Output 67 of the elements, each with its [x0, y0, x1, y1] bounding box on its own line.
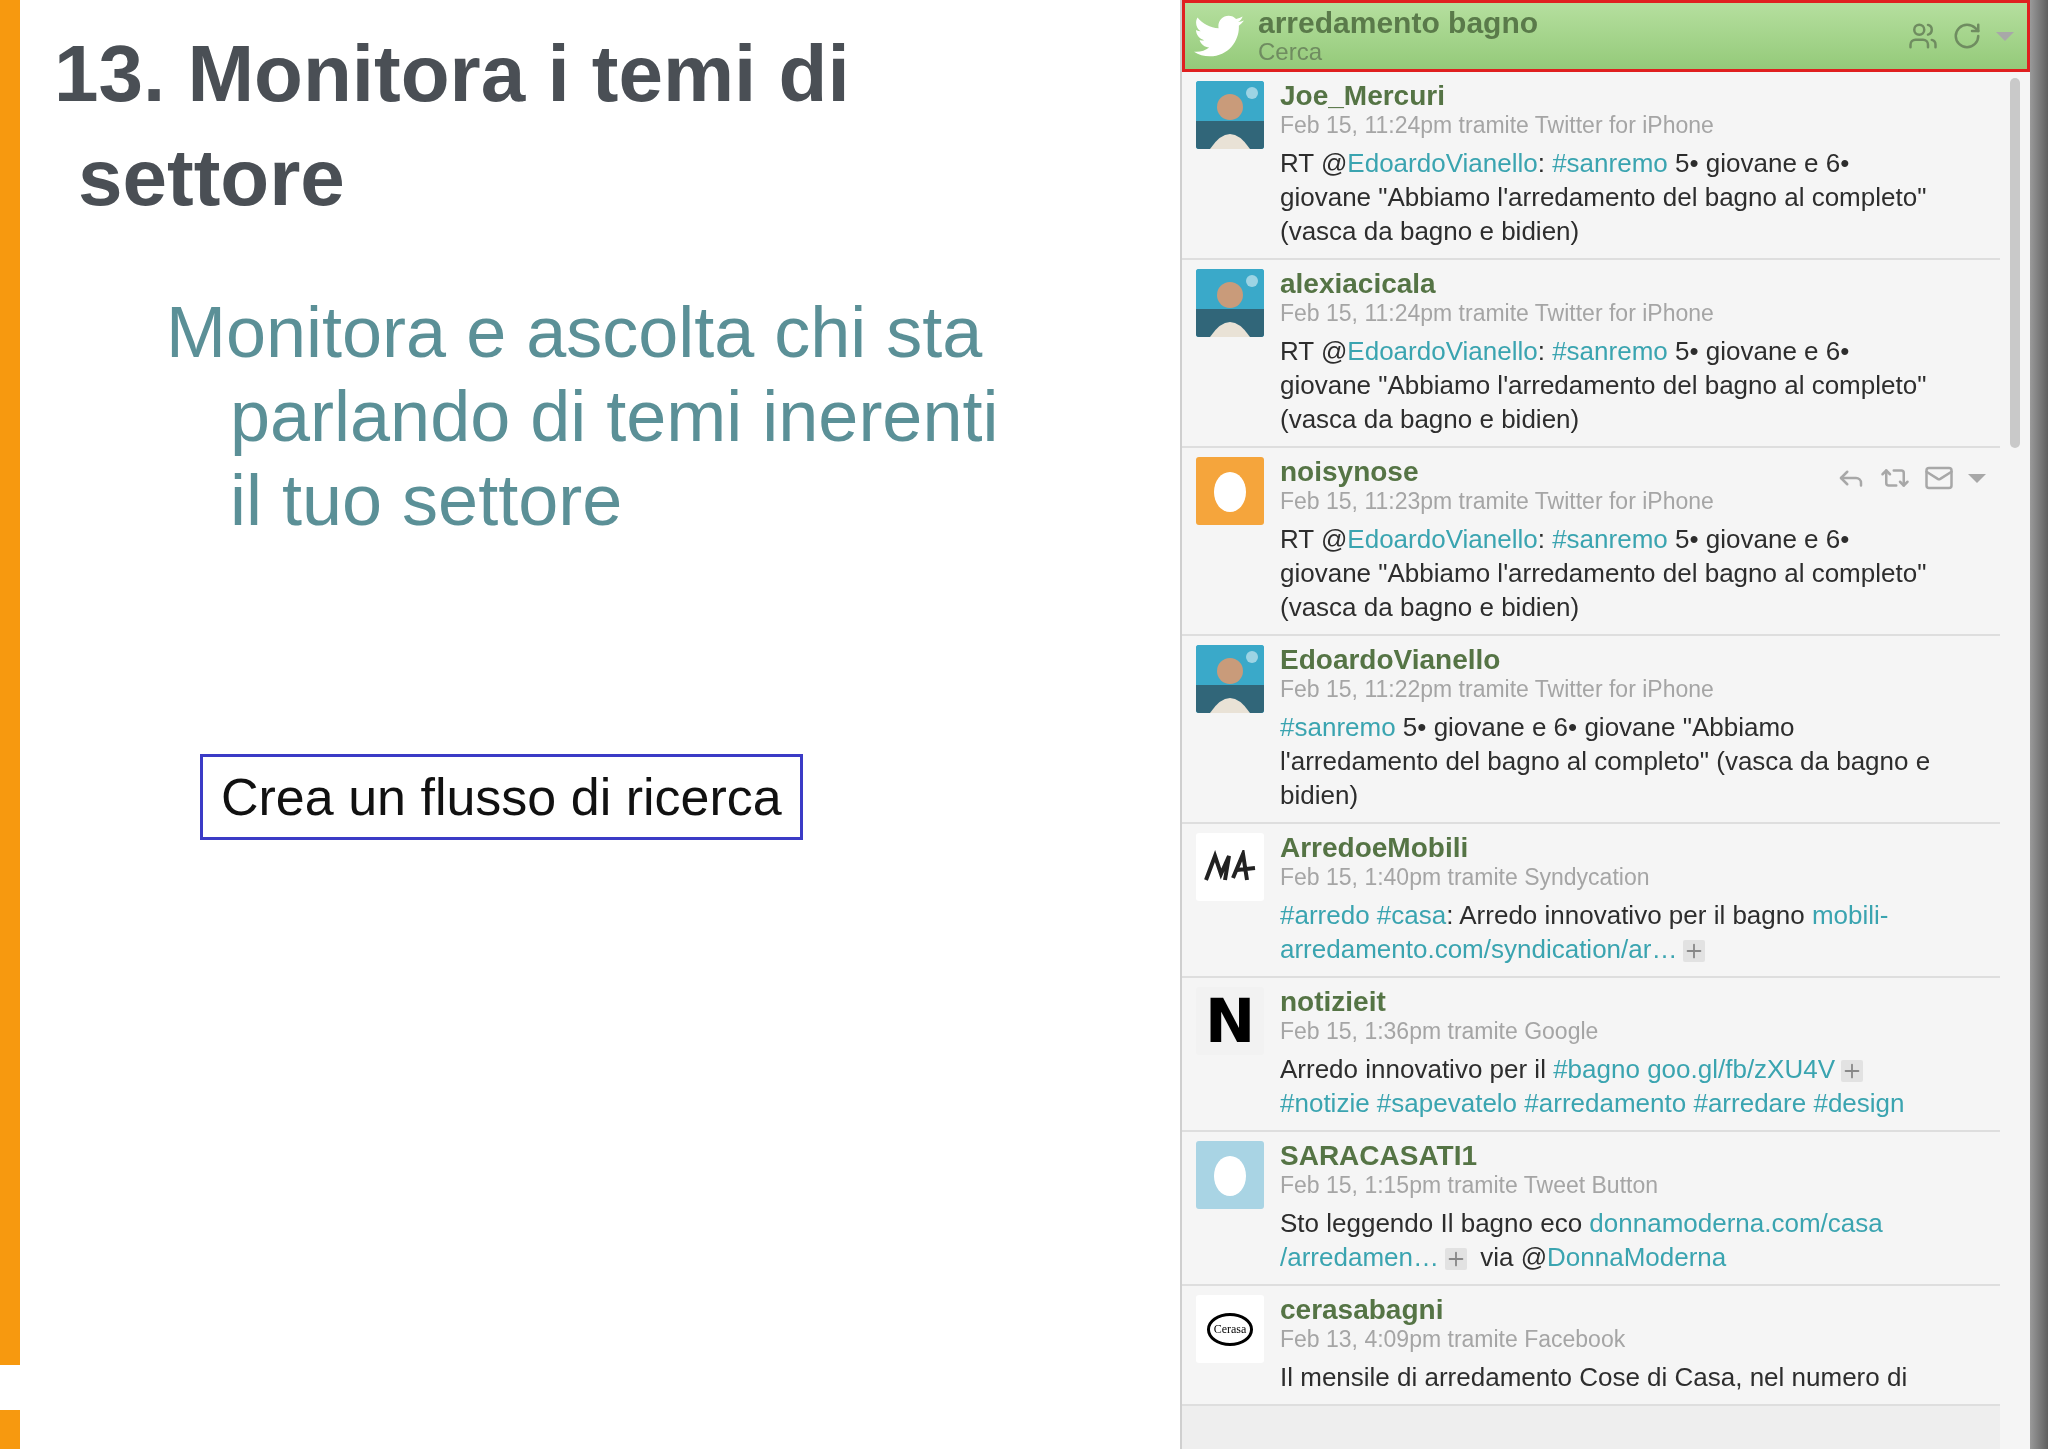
- link[interactable]: #casa: [1376, 900, 1447, 930]
- username[interactable]: alexiacicala: [1280, 269, 1436, 299]
- link[interactable]: #arredamento: [1524, 1088, 1687, 1118]
- tweet-meta: Feb 15, 1:40pm tramite Syndycation: [1280, 863, 1650, 891]
- link[interactable]: #sanremo: [1552, 148, 1668, 178]
- accent-bar: [0, 1410, 20, 1449]
- logo: Cerasa: [1206, 1312, 1254, 1346]
- username[interactable]: noisynose: [1280, 457, 1419, 487]
- expand-icon[interactable]: [1841, 1060, 1864, 1083]
- tweet-text: Arredo innovativo per il #bagno goo.gl/fb/zXU4V #notizie #sapevatelo #arredamento #arredare #design: [1280, 1053, 1906, 1120]
- callout: Crea un flusso di ricerca: [200, 754, 803, 840]
- link[interactable]: DonnaModerna: [1547, 1242, 1727, 1272]
- stream-title: arredamento bagno: [1258, 7, 1540, 39]
- link[interactable]: EdoardoVianello: [1347, 336, 1538, 366]
- tweet-text: RT @EdoardoVianello: #sanremo 5• giovane e 6• giovane "Abbiamo l'arredamento del bagno al completo" (vasca da bagno e bidien): [1280, 335, 1928, 436]
- caret-icon[interactable]: [1996, 31, 2014, 41]
- egg-icon: [1213, 469, 1247, 513]
- link[interactable]: EdoardoVianello: [1347, 524, 1538, 554]
- link[interactable]: #sanremo: [1280, 712, 1396, 742]
- username[interactable]: Joe_Mercuri: [1280, 81, 1445, 111]
- egg-icon: [1213, 1153, 1247, 1197]
- expand-icon[interactable]: [1444, 1248, 1467, 1271]
- link[interactable]: #bagno: [1553, 1054, 1640, 1084]
- username[interactable]: notizieit: [1280, 987, 1386, 1017]
- tweet-meta: Feb 15, 11:24pm tramite Twitter for iPhone: [1280, 299, 1714, 327]
- tweet-text: RT @EdoardoVianello: #sanremo 5• giovane e 6• giovane "Abbiamo l'arredamento del bagno al completo" (vasca da bagno e bidien): [1280, 523, 1928, 624]
- tweet-text: #sanremo 5• giovane e 6• giovane "Abbiamo l'arredamento del bagno al completo" (vasca da bagno e bidien): [1280, 711, 1932, 812]
- link[interactable]: arredamento.com/syndication/ar…: [1280, 934, 1678, 964]
- link[interactable]: donnamoderna.com/casa: [1589, 1208, 1883, 1238]
- tweet-meta: Feb 15, 1:36pm tramite Google: [1280, 1017, 1599, 1045]
- users-icon[interactable]: [1908, 21, 1938, 51]
- slide-text: il tuo settore: [229, 459, 624, 542]
- link[interactable]: EdoardoVianello: [1347, 148, 1538, 178]
- caret-icon[interactable]: [1968, 473, 1986, 483]
- tweet-meta: Feb 13, 4:09pm tramite Facebook: [1280, 1325, 1626, 1353]
- stream-type: Cerca: [1258, 39, 1324, 65]
- link[interactable]: goo.gl/fb/zXU4V: [1647, 1054, 1836, 1084]
- slide-text: parlando di temi inerenti: [229, 375, 1000, 458]
- logo: N: [1204, 987, 1256, 1055]
- tweet-text: Il mensile di arredamento Cose di Casa, nel numero di: [1280, 1361, 1909, 1394]
- tweet-text: Sto leggendo Il bagno eco donnamoderna.com/casa /arredamen… via @DonnaModerna: [1280, 1207, 1884, 1274]
- username[interactable]: ArredoeMobili: [1280, 833, 1469, 863]
- expand-icon[interactable]: [1683, 940, 1706, 963]
- slide-title: settore: [77, 132, 346, 224]
- link[interactable]: #notizie: [1280, 1088, 1370, 1118]
- tweet-meta: Feb 15, 11:23pm tramite Twitter for iPhone: [1280, 487, 1714, 515]
- tweet-meta: Feb 15, 11:24pm tramite Twitter for iPhone: [1280, 111, 1714, 139]
- link[interactable]: #sanremo: [1552, 336, 1668, 366]
- slide-title: 13. Monitora i temi di: [54, 28, 851, 120]
- slide-text: Monitora e ascolta chi sta: [166, 291, 984, 374]
- tweet-text: #arredo #casa: Arredo innovativo per il bagno mobili- arredamento.com/syndication/ar…: [1280, 899, 1890, 966]
- link[interactable]: mobili-: [1811, 900, 1889, 930]
- link[interactable]: #arredo: [1280, 900, 1370, 930]
- username[interactable]: cerasabagni: [1280, 1295, 1444, 1325]
- link[interactable]: #sapevatelo: [1376, 1088, 1518, 1118]
- tweet-meta: Feb 15, 1:15pm tramite Tweet Button: [1280, 1171, 1658, 1199]
- link[interactable]: #sanremo: [1552, 524, 1668, 554]
- tweet-text: RT @EdoardoVianello: #sanremo 5• giovane e 6• giovane "Abbiamo l'arredamento del bagno al completo" (vasca da bagno e bidien): [1280, 147, 1928, 248]
- scrollbar[interactable]: [2010, 78, 2020, 448]
- link[interactable]: #arredare: [1693, 1088, 1807, 1118]
- refresh-icon[interactable]: [1952, 21, 1982, 51]
- tweet-meta: Feb 15, 11:22pm tramite Twitter for iPhone: [1280, 675, 1714, 703]
- username[interactable]: SARACASATI1: [1280, 1141, 1478, 1171]
- link[interactable]: /arredamen…: [1280, 1242, 1439, 1272]
- link[interactable]: #design: [1813, 1088, 1905, 1118]
- logo-icon: [1203, 850, 1257, 884]
- username[interactable]: EdoardoVianello: [1280, 645, 1501, 675]
